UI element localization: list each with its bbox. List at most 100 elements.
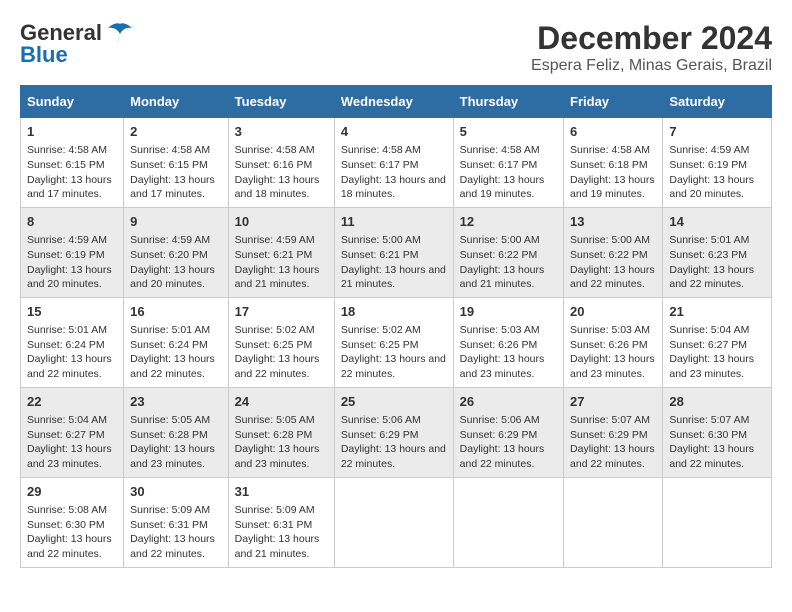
- calendar-week-row: 15 Sunrise: 5:01 AMSunset: 6:24 PMDayligh…: [21, 297, 772, 387]
- day-info: Sunrise: 5:01 AMSunset: 6:23 PMDaylight:…: [669, 233, 765, 292]
- day-number: 20: [570, 303, 656, 321]
- page-title: December 2024: [531, 20, 772, 57]
- day-info: Sunrise: 5:02 AMSunset: 6:25 PMDaylight:…: [341, 323, 447, 382]
- day-info: Sunrise: 5:01 AMSunset: 6:24 PMDaylight:…: [27, 323, 117, 382]
- day-info: Sunrise: 5:05 AMSunset: 6:28 PMDaylight:…: [130, 413, 222, 472]
- logo-text-blue: Blue: [20, 42, 68, 68]
- day-number: 10: [235, 213, 328, 231]
- calendar-cell: 21 Sunrise: 5:04 AMSunset: 6:27 PMDayligh…: [663, 297, 772, 387]
- calendar-cell: 2Sunrise: 4:58 AMSunset: 6:15 PMDaylight…: [124, 118, 229, 208]
- calendar-cell: 1 Sunrise: 4:58 AMSunset: 6:15 PMDaylight…: [21, 118, 124, 208]
- day-info: Sunrise: 4:59 AMSunset: 6:19 PMDaylight:…: [669, 143, 765, 202]
- calendar-cell: [334, 477, 453, 567]
- day-number: 21: [669, 303, 765, 321]
- day-info: Sunrise: 5:03 AMSunset: 6:26 PMDaylight:…: [570, 323, 656, 382]
- day-info: Sunrise: 5:00 AMSunset: 6:22 PMDaylight:…: [570, 233, 656, 292]
- title-section: December 2024 Espera Feliz, Minas Gerais…: [531, 20, 772, 75]
- day-info: Sunrise: 5:09 AMSunset: 6:31 PMDaylight:…: [130, 503, 222, 562]
- calendar-cell: 23Sunrise: 5:05 AMSunset: 6:28 PMDayligh…: [124, 387, 229, 477]
- calendar-cell: [564, 477, 663, 567]
- day-number: 4: [341, 123, 447, 141]
- calendar-table: SundayMondayTuesdayWednesdayThursdayFrid…: [20, 85, 772, 568]
- day-info: Sunrise: 4:58 AMSunset: 6:16 PMDaylight:…: [235, 143, 328, 202]
- calendar-cell: 25Sunrise: 5:06 AMSunset: 6:29 PMDayligh…: [334, 387, 453, 477]
- day-info: Sunrise: 4:58 AMSunset: 6:15 PMDaylight:…: [27, 143, 117, 202]
- calendar-cell: 20 Sunrise: 5:03 AMSunset: 6:26 PMDayligh…: [564, 297, 663, 387]
- calendar-cell: 8 Sunrise: 4:59 AMSunset: 6:19 PMDaylight…: [21, 207, 124, 297]
- day-number: 5: [460, 123, 557, 141]
- day-info: Sunrise: 5:07 AMSunset: 6:30 PMDaylight:…: [669, 413, 765, 472]
- day-number: 19: [460, 303, 557, 321]
- day-number: 16: [130, 303, 222, 321]
- calendar-cell: 4 Sunrise: 4:58 AMSunset: 6:17 PMDaylight…: [334, 118, 453, 208]
- day-info: Sunrise: 5:00 AMSunset: 6:21 PMDaylight:…: [341, 233, 447, 292]
- day-info: Sunrise: 5:05 AMSunset: 6:28 PMDaylight:…: [235, 413, 328, 472]
- calendar-cell: 26Sunrise: 5:06 AMSunset: 6:29 PMDayligh…: [453, 387, 563, 477]
- calendar-cell: 7 Sunrise: 4:59 AMSunset: 6:19 PMDaylight…: [663, 118, 772, 208]
- header-tuesday: Tuesday: [228, 86, 334, 118]
- calendar-cell: 22 Sunrise: 5:04 AMSunset: 6:27 PMDayligh…: [21, 387, 124, 477]
- calendar-cell: 12 Sunrise: 5:00 AMSunset: 6:22 PMDayligh…: [453, 207, 563, 297]
- day-info: Sunrise: 4:58 AMSunset: 6:18 PMDaylight:…: [570, 143, 656, 202]
- calendar-cell: 11 Sunrise: 5:00 AMSunset: 6:21 PMDayligh…: [334, 207, 453, 297]
- calendar-cell: 24 Sunrise: 5:05 AMSunset: 6:28 PMDayligh…: [228, 387, 334, 477]
- header-friday: Friday: [564, 86, 663, 118]
- day-number: 31: [235, 483, 328, 501]
- calendar-cell: 5Sunrise: 4:58 AMSunset: 6:17 PMDaylight…: [453, 118, 563, 208]
- calendar-cell: 31 Sunrise: 5:09 AMSunset: 6:31 PMDayligh…: [228, 477, 334, 567]
- day-number: 12: [460, 213, 557, 231]
- day-info: Sunrise: 5:06 AMSunset: 6:29 PMDaylight:…: [460, 413, 557, 472]
- day-info: Sunrise: 5:07 AMSunset: 6:29 PMDaylight:…: [570, 413, 656, 472]
- day-number: 29: [27, 483, 117, 501]
- calendar-cell: 29 Sunrise: 5:08 AMSunset: 6:30 PMDayligh…: [21, 477, 124, 567]
- calendar-week-row: 22 Sunrise: 5:04 AMSunset: 6:27 PMDayligh…: [21, 387, 772, 477]
- day-info: Sunrise: 5:04 AMSunset: 6:27 PMDaylight:…: [669, 323, 765, 382]
- calendar-cell: 14 Sunrise: 5:01 AMSunset: 6:23 PMDayligh…: [663, 207, 772, 297]
- calendar-cell: 17 Sunrise: 5:02 AMSunset: 6:25 PMDayligh…: [228, 297, 334, 387]
- calendar-week-row: 8 Sunrise: 4:59 AMSunset: 6:19 PMDaylight…: [21, 207, 772, 297]
- calendar-header-row: SundayMondayTuesdayWednesdayThursdayFrid…: [21, 86, 772, 118]
- day-number: 2: [130, 123, 222, 141]
- day-info: Sunrise: 5:00 AMSunset: 6:22 PMDaylight:…: [460, 233, 557, 292]
- header-thursday: Thursday: [453, 86, 563, 118]
- day-info: Sunrise: 4:59 AMSunset: 6:20 PMDaylight:…: [130, 233, 222, 292]
- day-info: Sunrise: 5:04 AMSunset: 6:27 PMDaylight:…: [27, 413, 117, 472]
- day-number: 27: [570, 393, 656, 411]
- day-info: Sunrise: 5:01 AMSunset: 6:24 PMDaylight:…: [130, 323, 222, 382]
- calendar-cell: [453, 477, 563, 567]
- day-number: 7: [669, 123, 765, 141]
- calendar-cell: 6 Sunrise: 4:58 AMSunset: 6:18 PMDaylight…: [564, 118, 663, 208]
- day-info: Sunrise: 4:59 AMSunset: 6:19 PMDaylight:…: [27, 233, 117, 292]
- day-info: Sunrise: 4:59 AMSunset: 6:21 PMDaylight:…: [235, 233, 328, 292]
- day-number: 17: [235, 303, 328, 321]
- day-info: Sunrise: 5:08 AMSunset: 6:30 PMDaylight:…: [27, 503, 117, 562]
- day-number: 8: [27, 213, 117, 231]
- logo: General Blue: [20, 20, 134, 68]
- day-number: 6: [570, 123, 656, 141]
- day-number: 1: [27, 123, 117, 141]
- day-number: 25: [341, 393, 447, 411]
- day-info: Sunrise: 5:09 AMSunset: 6:31 PMDaylight:…: [235, 503, 328, 562]
- day-number: 14: [669, 213, 765, 231]
- day-number: 11: [341, 213, 447, 231]
- page-header: General Blue December 2024 Espera Feliz,…: [20, 20, 772, 75]
- logo-bird-icon: [106, 22, 134, 44]
- day-number: 3: [235, 123, 328, 141]
- header-saturday: Saturday: [663, 86, 772, 118]
- day-info: Sunrise: 4:58 AMSunset: 6:17 PMDaylight:…: [341, 143, 447, 202]
- day-number: 22: [27, 393, 117, 411]
- day-number: 13: [570, 213, 656, 231]
- calendar-cell: 15 Sunrise: 5:01 AMSunset: 6:24 PMDayligh…: [21, 297, 124, 387]
- calendar-cell: 10 Sunrise: 4:59 AMSunset: 6:21 PMDayligh…: [228, 207, 334, 297]
- calendar-cell: [663, 477, 772, 567]
- day-number: 24: [235, 393, 328, 411]
- calendar-cell: 9Sunrise: 4:59 AMSunset: 6:20 PMDaylight…: [124, 207, 229, 297]
- day-info: Sunrise: 5:02 AMSunset: 6:25 PMDaylight:…: [235, 323, 328, 382]
- calendar-cell: 28Sunrise: 5:07 AMSunset: 6:30 PMDayligh…: [663, 387, 772, 477]
- day-number: 15: [27, 303, 117, 321]
- calendar-cell: 16 Sunrise: 5:01 AMSunset: 6:24 PMDayligh…: [124, 297, 229, 387]
- header-monday: Monday: [124, 86, 229, 118]
- calendar-cell: 13 Sunrise: 5:00 AMSunset: 6:22 PMDayligh…: [564, 207, 663, 297]
- calendar-week-row: 1 Sunrise: 4:58 AMSunset: 6:15 PMDaylight…: [21, 118, 772, 208]
- day-number: 30: [130, 483, 222, 501]
